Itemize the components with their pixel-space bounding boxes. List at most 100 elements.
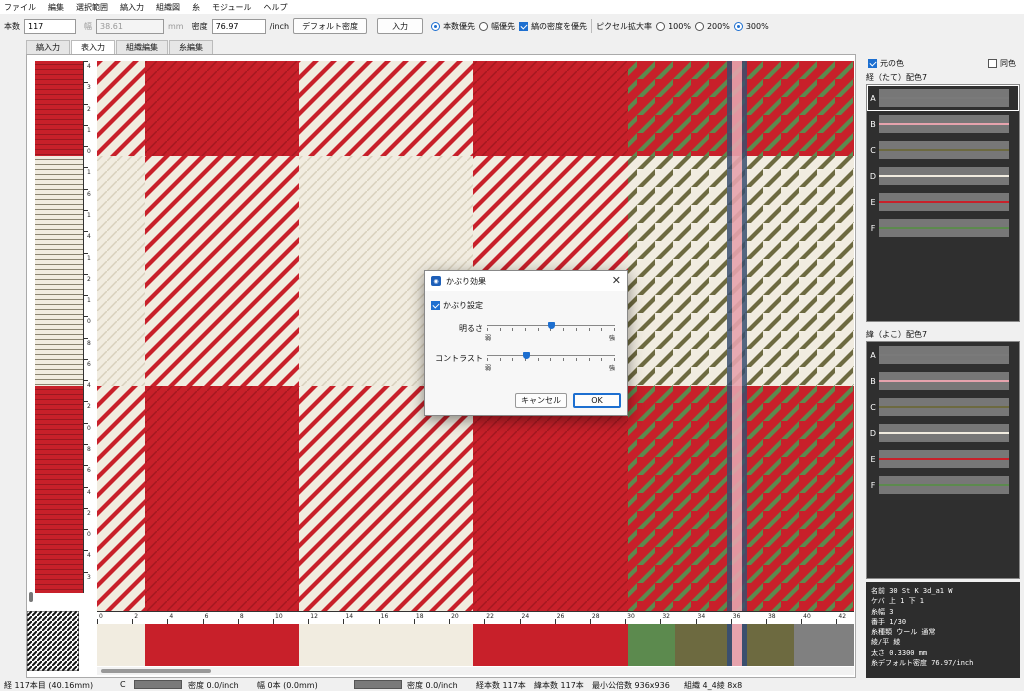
horizontal-scrollbar-thumb[interactable]: [101, 669, 211, 673]
ok-button[interactable]: OK: [573, 393, 621, 408]
horizontal-ruler-tick: 32: [662, 613, 670, 620]
weft-color-f[interactable]: F: [867, 472, 1019, 498]
status-density-2: 密度 0.0/inch: [407, 681, 458, 690]
weft-color-a[interactable]: A: [867, 342, 1019, 368]
vertical-ruler-line: [84, 316, 88, 318]
weft-color-b-bar: [879, 372, 1009, 390]
menu-help[interactable]: ヘルプ: [263, 2, 287, 13]
horizontal-ruler: 0 2 4 6 8 10 12 14 16 18 20 22 24 26 28 30 32 34 36 38 40 42: [97, 611, 854, 624]
fog-enable-checkbox[interactable]: かぶり設定: [431, 300, 483, 311]
tab-weave-edit[interactable]: 組織編集: [116, 40, 168, 54]
vertical-ruler-tick: 0: [87, 531, 91, 539]
count-label: 本数: [4, 21, 20, 31]
menu-select[interactable]: 選択範囲: [76, 2, 108, 13]
warp-density-priority-checkbox[interactable]: 縞の密度を優先: [519, 21, 587, 32]
width-input[interactable]: [96, 18, 164, 34]
same-color-checkbox[interactable]: 同色: [988, 58, 1016, 69]
horizontal-scrollbar[interactable]: [97, 667, 854, 675]
weave-swatch[interactable]: [26, 610, 80, 672]
horizontal-ruler-tick: 16: [380, 613, 389, 620]
close-icon[interactable]: ✕: [612, 274, 621, 287]
warp-color-f[interactable]: F: [867, 215, 1019, 241]
vertical-ruler-tick: 2: [87, 403, 91, 411]
horizontal-ruler-tick: 38: [767, 613, 776, 620]
vertical-ruler-line: [84, 380, 88, 382]
contrast-slider-row: コントラスト 弱 強: [425, 349, 629, 379]
menu-edit[interactable]: 編集: [48, 2, 64, 13]
vertical-ruler-line: [84, 444, 88, 446]
warp-color-e-bar: [879, 193, 1009, 211]
contrast-slider-track[interactable]: [487, 355, 615, 356]
original-color-checkbox[interactable]: 元の色: [868, 58, 904, 69]
weft-color-d[interactable]: D: [867, 420, 1019, 446]
vertical-ruler-tick: 1: [87, 297, 91, 305]
vertical-ruler-tick: 4: [87, 382, 91, 390]
weft-color-b[interactable]: B: [867, 368, 1019, 394]
yarn-fuzz: ケバ 上 1 下 1: [871, 597, 925, 606]
vertical-ruler-tick: 4: [87, 233, 91, 241]
weft-color-strip[interactable]: [97, 624, 854, 666]
vertical-scrollbar-thumb[interactable]: [29, 592, 33, 602]
vertical-ruler-tick: 6: [87, 467, 91, 475]
horizontal-ruler-tick: 22: [486, 613, 494, 620]
dialog-titlebar[interactable]: ◉ かぶり効果: [425, 271, 627, 291]
horizontal-ruler-tick: 26: [556, 613, 565, 620]
count-input[interactable]: [24, 18, 76, 34]
horizontal-ruler-tick: 20: [451, 613, 459, 620]
yarn-default-density: 糸デフォルト密度 76.97/inch: [871, 659, 974, 668]
vertical-ruler-line: [84, 295, 88, 297]
menu-weave[interactable]: 組織図: [156, 2, 180, 13]
weft-color-f-bar: [879, 476, 1009, 494]
status-min-common: 最小公倍数 936x936: [592, 681, 670, 690]
yarn-type: 糸種類 ウール 通常: [871, 628, 936, 637]
status-bar: 経 117本目 (40.16mm) C 密度 0.0/inch 幅 0本 (0.…: [0, 679, 1024, 691]
vertical-ruler-line: [84, 209, 88, 211]
vertical-ruler-line: [84, 167, 88, 169]
vertical-ruler-tick: 4: [87, 488, 91, 496]
warp-color-a[interactable]: A: [867, 85, 1019, 111]
menu-yarn[interactable]: 糸: [192, 2, 200, 13]
default-density-button[interactable]: デフォルト密度: [293, 18, 368, 34]
density-unit: /inch: [269, 21, 290, 31]
menubar: ファイル 編集 選択範囲 縞入力 組織図 糸 モジュール ヘルプ: [0, 0, 1024, 14]
vertical-ruler-line: [84, 529, 88, 531]
zoom-300-option[interactable]: 300%: [733, 21, 769, 31]
warp-color-c-bar: [879, 141, 1009, 159]
horizontal-ruler-tick: 6: [204, 613, 209, 620]
zoom-200-option[interactable]: 200%: [694, 21, 730, 31]
toolbar-divider: [591, 19, 593, 33]
zoom-100-option[interactable]: 100%: [656, 21, 691, 31]
warp-color-e[interactable]: E: [867, 189, 1019, 215]
tab-stripe-input[interactable]: 縞入力: [26, 40, 70, 54]
vertical-ruler-line: [84, 422, 88, 424]
brightness-slider-thumb[interactable]: [547, 322, 555, 329]
warp-color-strip[interactable]: [35, 61, 83, 593]
warp-color-b[interactable]: B: [867, 111, 1019, 137]
fog-effect-dialog: ◉ かぶり効果 ✕ かぶり設定 明るさ 弱 強 コントラスト 弱 強 キャンセル…: [424, 270, 628, 416]
status-color-swatch: [134, 680, 182, 689]
color-palette-panel: 元の色 同色 経（たて）配色7 A B C D E F 緯（よこ）配色7 A B…: [862, 54, 1024, 678]
status-color-swatch-2: [354, 680, 402, 689]
density-label: 密度: [191, 21, 208, 31]
tab-table-input[interactable]: 表入力: [71, 40, 115, 54]
input-button[interactable]: 入力: [377, 18, 424, 34]
horizontal-ruler-tick: 10: [275, 613, 283, 620]
warp-color-d[interactable]: D: [867, 163, 1019, 189]
tab-yarn-edit[interactable]: 糸編集: [169, 40, 213, 54]
priority-count-option[interactable]: 本数優先: [431, 21, 475, 32]
horizontal-ruler-tick: 34: [697, 613, 706, 620]
vertical-ruler-line: [84, 507, 88, 509]
weft-color-c[interactable]: C: [867, 394, 1019, 420]
vertical-ruler-tick: 4: [87, 552, 91, 560]
menu-stripe[interactable]: 縞入力: [120, 2, 144, 13]
menu-file[interactable]: ファイル: [4, 2, 36, 13]
cancel-button[interactable]: キャンセル: [515, 393, 567, 408]
warp-color-c[interactable]: C: [867, 137, 1019, 163]
weft-color-e[interactable]: E: [867, 446, 1019, 472]
priority-width-option[interactable]: 幅優先: [479, 21, 515, 32]
menu-module[interactable]: モジュール: [212, 2, 251, 13]
density-input[interactable]: [211, 18, 266, 34]
weft-palette: A B C D E F: [866, 341, 1020, 579]
status-width: 幅 0本 (0.0mm): [257, 681, 318, 690]
horizontal-ruler-tick: 18: [415, 613, 424, 620]
